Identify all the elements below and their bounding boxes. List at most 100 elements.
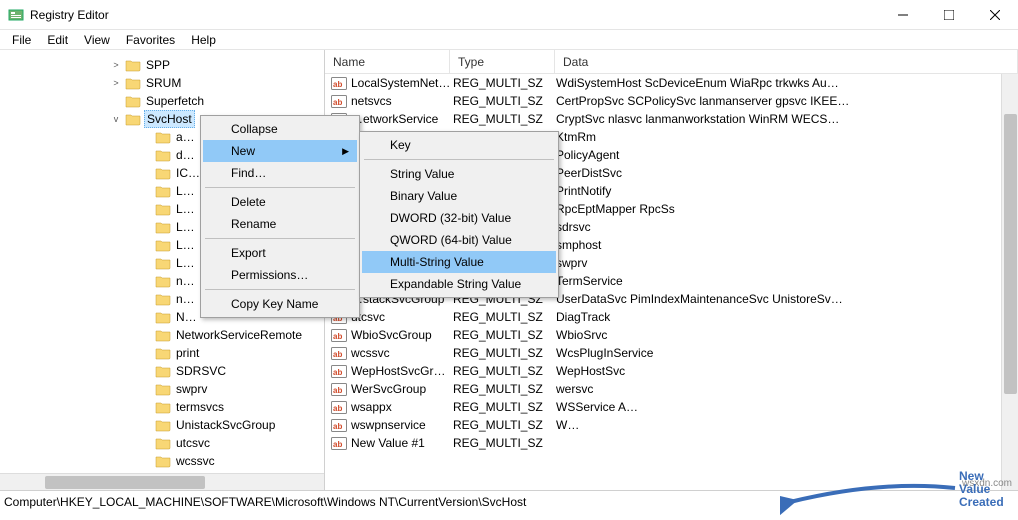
value-type: REG_MULTI_SZ	[451, 418, 556, 432]
col-type[interactable]: Type	[450, 50, 555, 73]
col-name[interactable]: Name	[325, 50, 450, 73]
menu-item[interactable]: New▶	[203, 140, 357, 162]
value-name: utcsvc	[351, 310, 451, 324]
tree-item[interactable]: termsvcs	[0, 398, 324, 416]
context-submenu-new[interactable]: Key String Value Binary ValueDWORD (32-bit…	[359, 131, 559, 298]
close-button[interactable]	[972, 0, 1018, 30]
value-name: wcssvc	[351, 346, 451, 360]
value-data: PeerDistSvc	[556, 166, 1018, 180]
tree-item[interactable]: >SPP	[0, 56, 324, 74]
value-name: WerSvcGroup	[351, 382, 451, 396]
window-title: Registry Editor	[30, 8, 880, 22]
expand-icon[interactable]: >	[110, 78, 122, 88]
folder-icon	[155, 454, 171, 468]
value-data: swprv	[556, 256, 1018, 270]
menu-favorites[interactable]: Favorites	[118, 31, 183, 49]
menu-item[interactable]: Find…	[203, 162, 357, 184]
tree-item[interactable]: wcssvc	[0, 452, 324, 470]
menu-item[interactable]: Delete	[203, 191, 357, 213]
list-item[interactable]: abLocalSystemNet…REG_MULTI_SZWdiSystemHo…	[325, 74, 1018, 92]
menu-item[interactable]: Rename	[203, 213, 357, 235]
tree-label: SRUM	[144, 75, 183, 91]
list-item[interactable]: abNew Value #1REG_MULTI_SZ	[325, 434, 1018, 452]
menu-file[interactable]: File	[4, 31, 39, 49]
value-type: REG_MULTI_SZ	[451, 94, 556, 108]
menu-item[interactable]: Copy Key Name	[203, 293, 357, 315]
expand-icon[interactable]: >	[110, 60, 122, 70]
menu-help[interactable]: Help	[183, 31, 224, 49]
list-item[interactable]: abWbioSvcGroupREG_MULTI_SZWbioSrvc	[325, 326, 1018, 344]
menu-separator	[205, 289, 355, 290]
folder-icon	[125, 94, 141, 108]
col-data[interactable]: Data	[555, 50, 1018, 73]
tree-item[interactable]: swprv	[0, 380, 324, 398]
folder-icon	[155, 310, 171, 324]
tree-item[interactable]: Superfetch	[0, 92, 324, 110]
tree-item[interactable]: SDRSVC	[0, 362, 324, 380]
minimize-button[interactable]	[880, 0, 926, 30]
list-item[interactable]: abwcssvcREG_MULTI_SZWcsPlugInService	[325, 344, 1018, 362]
list-item[interactable]: ab…etworkServiceREG_MULTI_SZCryptSvc nla…	[325, 110, 1018, 128]
context-menu[interactable]: CollapseNew▶ Find… DeleteRename Export Permi…	[200, 115, 360, 318]
menu-item-label: Find…	[231, 166, 266, 180]
list-header: Name Type Data	[325, 50, 1018, 74]
submenu-arrow-icon: ▶	[342, 146, 349, 157]
menu-item[interactable]: Collapse	[203, 118, 357, 140]
tree-label: L…	[174, 183, 197, 199]
reg-string-icon: ab	[331, 381, 347, 397]
folder-icon	[155, 148, 171, 162]
value-data: PrintNotify	[556, 184, 1018, 198]
tree-label: L…	[174, 237, 197, 253]
list-item[interactable]: abWerSvcGroupREG_MULTI_SZwersvc	[325, 380, 1018, 398]
expand-icon[interactable]: v	[110, 114, 122, 124]
value-data: UserDataSvc PimIndexMaintenanceSvc Unist…	[556, 292, 1018, 306]
tree-item[interactable]: utcsvc	[0, 434, 324, 452]
tree-item[interactable]: print	[0, 344, 324, 362]
tree-label: a…	[174, 129, 197, 145]
menu-item[interactable]: Export	[203, 242, 357, 264]
folder-icon	[155, 400, 171, 414]
menu-item[interactable]: Key	[362, 134, 556, 156]
menu-item[interactable]: Multi-String Value	[362, 251, 556, 273]
value-name: WbioSvcGroup	[351, 328, 451, 342]
list-item[interactable]: abnetsvcsREG_MULTI_SZCertPropSvc SCPolic…	[325, 92, 1018, 110]
tree-label: Superfetch	[144, 93, 206, 109]
reg-string-icon: ab	[331, 327, 347, 343]
tree-label: print	[174, 345, 201, 361]
menu-item[interactable]: Expandable String Value	[362, 273, 556, 295]
menu-item[interactable]: Permissions…	[203, 264, 357, 286]
annotation-arrow-icon	[780, 480, 960, 520]
maximize-button[interactable]	[926, 0, 972, 30]
value-type: REG_MULTI_SZ	[451, 400, 556, 414]
menu-edit[interactable]: Edit	[39, 31, 76, 49]
value-data: WSService A…	[556, 400, 1018, 414]
value-data: CryptSvc nlasvc lanmanworkstation WinRM …	[556, 112, 1018, 126]
menu-view[interactable]: View	[76, 31, 118, 49]
list-item[interactable]: abwswpnserviceREG_MULTI_SZW…	[325, 416, 1018, 434]
tree-item[interactable]: NetworkServiceRemote	[0, 326, 324, 344]
folder-icon	[155, 436, 171, 450]
regedit-icon	[8, 7, 24, 23]
menu-item-label: Export	[231, 246, 266, 260]
list-item[interactable]: abWepHostSvcGro…REG_MULTI_SZWepHostSvc	[325, 362, 1018, 380]
tree-hscrollbar[interactable]	[0, 473, 324, 490]
value-data: RpcEptMapper RpcSs	[556, 202, 1018, 216]
menu-item[interactable]: QWORD (64-bit) Value	[362, 229, 556, 251]
menu-item-label: String Value	[390, 167, 454, 181]
menu-separator	[205, 238, 355, 239]
list-vscrollbar[interactable]	[1001, 74, 1018, 490]
menu-item[interactable]: String Value	[362, 163, 556, 185]
value-data: CertPropSvc SCPolicySvc lanmanserver gps…	[556, 94, 1018, 108]
menu-item[interactable]: DWORD (32-bit) Value	[362, 207, 556, 229]
value-name: wswpnservice	[351, 418, 451, 432]
folder-icon	[155, 346, 171, 360]
menu-separator	[205, 187, 355, 188]
value-name: …etworkService	[351, 112, 451, 126]
menu-separator	[364, 159, 554, 160]
menu-item[interactable]: Binary Value	[362, 185, 556, 207]
tree-item[interactable]: UnistackSvcGroup	[0, 416, 324, 434]
list-item[interactable]: abwsappxREG_MULTI_SZWSService A…	[325, 398, 1018, 416]
list-item[interactable]: abutcsvcREG_MULTI_SZDiagTrack	[325, 308, 1018, 326]
reg-string-icon: ab	[331, 93, 347, 109]
tree-item[interactable]: > SRUM	[0, 74, 324, 92]
